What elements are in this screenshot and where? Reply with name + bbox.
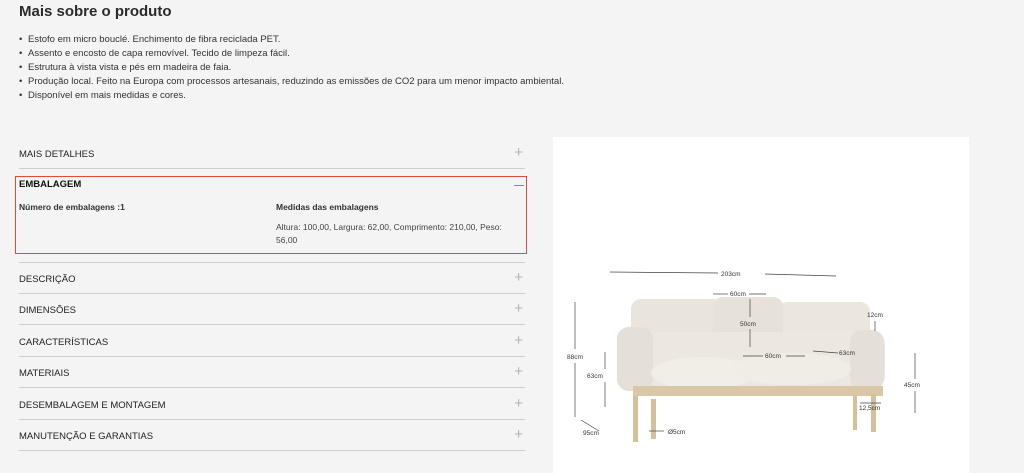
dim-back-height: 50cm <box>740 321 756 328</box>
minus-icon[interactable] <box>514 185 524 186</box>
plus-icon[interactable]: + <box>514 426 523 443</box>
dim-total-height: 88cm <box>567 354 583 361</box>
section-title: Mais sobre o produto <box>19 3 172 20</box>
accordion-label: CARACTERÍSTICAS <box>19 337 109 348</box>
accordion-manutencao[interactable]: MANUTENÇÃO E GARANTIAS + <box>19 420 525 451</box>
accordion-descricao[interactable]: DESCRIÇÃO + <box>19 263 525 294</box>
accordion-dimensoes[interactable]: DIMENSÕES + <box>19 294 525 325</box>
accordion-label: DESCRIÇÃO <box>19 274 76 285</box>
product-dimensions-image: 203cm 60cm 50cm 12cm 88cm 60cm 63cm 63cm… <box>553 137 969 473</box>
dim-leg-diameter: Ø5cm <box>668 429 685 436</box>
feature-item: Assento e encosto de capa removível. Tec… <box>19 47 564 61</box>
dim-width: 203cm <box>721 271 741 278</box>
dim-seat-height: 63cm <box>587 373 603 380</box>
package-measures-line-1: Altura: 100,00, Largura: 62,00, Comprime… <box>276 222 502 232</box>
plus-icon[interactable]: + <box>514 332 523 349</box>
highlight-box <box>15 176 527 254</box>
accordion-caracteristicas[interactable]: CARACTERÍSTICAS + <box>19 326 525 357</box>
feature-item: Estrutura à vista vista e pés em madeira… <box>19 61 564 75</box>
accordion-label: MAIS DETALHES <box>19 149 95 160</box>
accordion-label: MANUTENÇÃO E GARANTIAS <box>19 431 154 442</box>
dim-leg-height: 12,5cm <box>859 405 880 412</box>
package-measures-label: Medidas das embalagens <box>276 202 379 212</box>
dim-seat-depth: 63cm <box>839 350 855 357</box>
plus-icon[interactable]: + <box>514 300 523 317</box>
accordion-materiais[interactable]: MATERIAIS + <box>19 357 525 388</box>
plus-icon[interactable]: + <box>514 144 523 161</box>
sofa-drawing: 203cm 60cm 50cm 12cm 88cm 60cm 63cm 63cm… <box>567 271 920 442</box>
accordion-mais-detalhes[interactable]: MAIS DETALHES + <box>19 138 525 169</box>
plus-icon[interactable]: + <box>514 363 523 380</box>
accordion-embalagem-title[interactable]: EMBALAGEM <box>19 179 81 190</box>
dim-seat-width: 60cm <box>765 353 781 360</box>
dim-arm-height: 45cm <box>904 382 920 389</box>
dim-cushion-width: 60cm <box>730 291 746 298</box>
feature-item: Estofo em micro bouclé. Enchimento de fi… <box>19 33 564 47</box>
plus-icon[interactable]: + <box>514 395 523 412</box>
accordion-label: DIMENSÕES <box>19 305 77 316</box>
feature-item: Produção local. Feito na Europa com proc… <box>19 75 564 89</box>
plus-icon[interactable]: + <box>514 269 523 286</box>
feature-item: Disponível em mais medidas e cores. <box>19 89 564 103</box>
dim-arm-top: 12cm <box>867 312 883 319</box>
feature-list: Estofo em micro bouclé. Enchimento de fi… <box>19 33 564 103</box>
package-measures-line-2: 56,00 <box>276 235 298 245</box>
accordion-label: DESEMBALAGEM E MONTAGEM <box>19 400 166 411</box>
dim-depth: 95cm <box>583 430 599 437</box>
package-count: Número de embalagens :1 <box>19 202 125 212</box>
accordion-label: MATERIAIS <box>19 368 70 379</box>
accordion-desembalagem[interactable]: DESEMBALAGEM E MONTAGEM + <box>19 389 525 420</box>
